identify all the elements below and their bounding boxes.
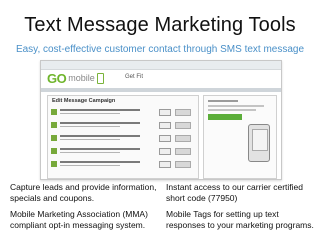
slide-title: Text Message Marketing Tools [24, 14, 296, 36]
slide-subtitle: Easy, cost-effective customer contact th… [15, 44, 305, 55]
action-button[interactable] [175, 122, 191, 129]
row-text-line [60, 161, 140, 163]
campaign-row[interactable] [51, 108, 195, 118]
preview-panel [203, 95, 277, 179]
step-icon [51, 135, 57, 141]
phone-preview-icon [248, 124, 270, 162]
campaign-row[interactable] [51, 121, 195, 131]
campaign-row[interactable] [51, 147, 195, 157]
campaign-row[interactable] [51, 134, 195, 144]
preview-text-line [208, 109, 256, 111]
row-subtext-line [60, 165, 120, 166]
feature-mma-compliant: Mobile Marketing Association (MMA) compl… [10, 209, 148, 230]
row-subtext-line [60, 113, 120, 114]
edit-button[interactable] [159, 148, 171, 155]
tagline-text: Get Fit [125, 74, 144, 80]
row-text-line [60, 148, 140, 150]
browser-topbar [41, 61, 281, 70]
campaign-panel-title: Edit Message Campaign [52, 98, 116, 104]
feature-mobile-tags: Mobile Tags for setting up text response… [166, 209, 314, 230]
step-icon [51, 122, 57, 128]
edit-button[interactable] [159, 135, 171, 142]
edit-button[interactable] [159, 122, 171, 129]
row-subtext-line [60, 152, 120, 153]
action-button[interactable] [175, 135, 191, 142]
action-button[interactable] [175, 148, 191, 155]
edit-button[interactable] [159, 109, 171, 116]
phone-screen [252, 129, 268, 151]
feature-capture-leads: Capture leads and provide information, s… [10, 182, 157, 203]
row-text-line [60, 122, 140, 124]
logo-mobile-text: mobile [68, 73, 95, 83]
action-button[interactable] [175, 109, 191, 116]
row-subtext-line [60, 126, 120, 127]
edit-button[interactable] [159, 161, 171, 168]
action-button[interactable] [175, 161, 191, 168]
logo-go-text: GO [47, 70, 67, 86]
app-screenshot: GO mobile Get Fit Edit Message Campaign [40, 60, 282, 180]
campaign-panel: Edit Message Campaign [47, 95, 199, 179]
row-text-line [60, 135, 140, 137]
phone-icon [96, 72, 104, 84]
step-icon [51, 109, 57, 115]
feature-short-code: Instant access to our carrier certified … [166, 182, 304, 203]
preview-text-line [208, 100, 238, 102]
gomobile-logo: GO mobile [47, 70, 104, 86]
row-subtext-line [60, 139, 120, 140]
row-text-line [60, 109, 140, 111]
preview-action-button[interactable] [208, 114, 242, 120]
app-navbar [41, 88, 281, 92]
step-icon [51, 148, 57, 154]
campaign-row[interactable] [51, 160, 195, 170]
step-icon [51, 161, 57, 167]
preview-text-line [208, 105, 264, 107]
